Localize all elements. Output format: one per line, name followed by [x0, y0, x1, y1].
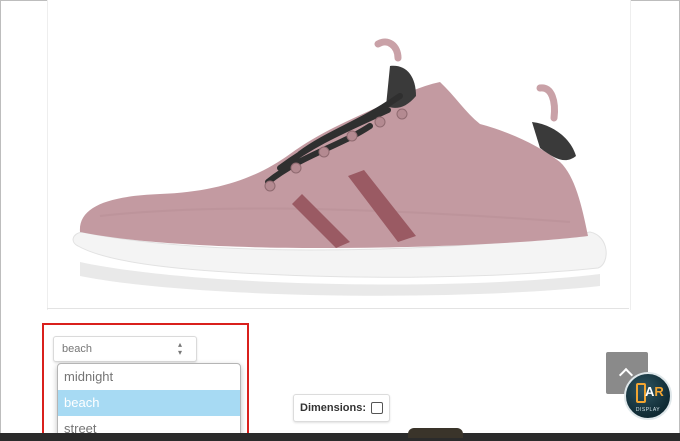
select-value: beach: [62, 343, 92, 355]
bottom-image-fragment: [408, 428, 463, 438]
ar-logo-text: AR: [645, 384, 664, 399]
shoe-image: [72, 38, 607, 296]
option-beach[interactable]: beach: [58, 390, 240, 416]
divider: [47, 308, 629, 309]
dimensions-toggle[interactable]: Dimensions:: [293, 394, 391, 422]
dimensions-label: Dimensions:: [300, 402, 367, 414]
ar-letter-r: R: [654, 384, 664, 399]
option-midnight[interactable]: midnight: [58, 364, 240, 390]
ar-display-badge[interactable]: AR DISPLAY: [624, 372, 672, 420]
updown-arrows-icon: ▴ ▾: [178, 340, 183, 357]
ar-sub-text: DISPLAY: [635, 407, 661, 413]
bottom-strip: [0, 433, 680, 441]
dimensions-checkbox[interactable]: [371, 402, 384, 414]
ar-letter-a: A: [645, 384, 655, 399]
color-dropdown-list[interactable]: midnight beach street: [57, 363, 241, 441]
color-select[interactable]: beach ▴ ▾: [53, 336, 197, 362]
